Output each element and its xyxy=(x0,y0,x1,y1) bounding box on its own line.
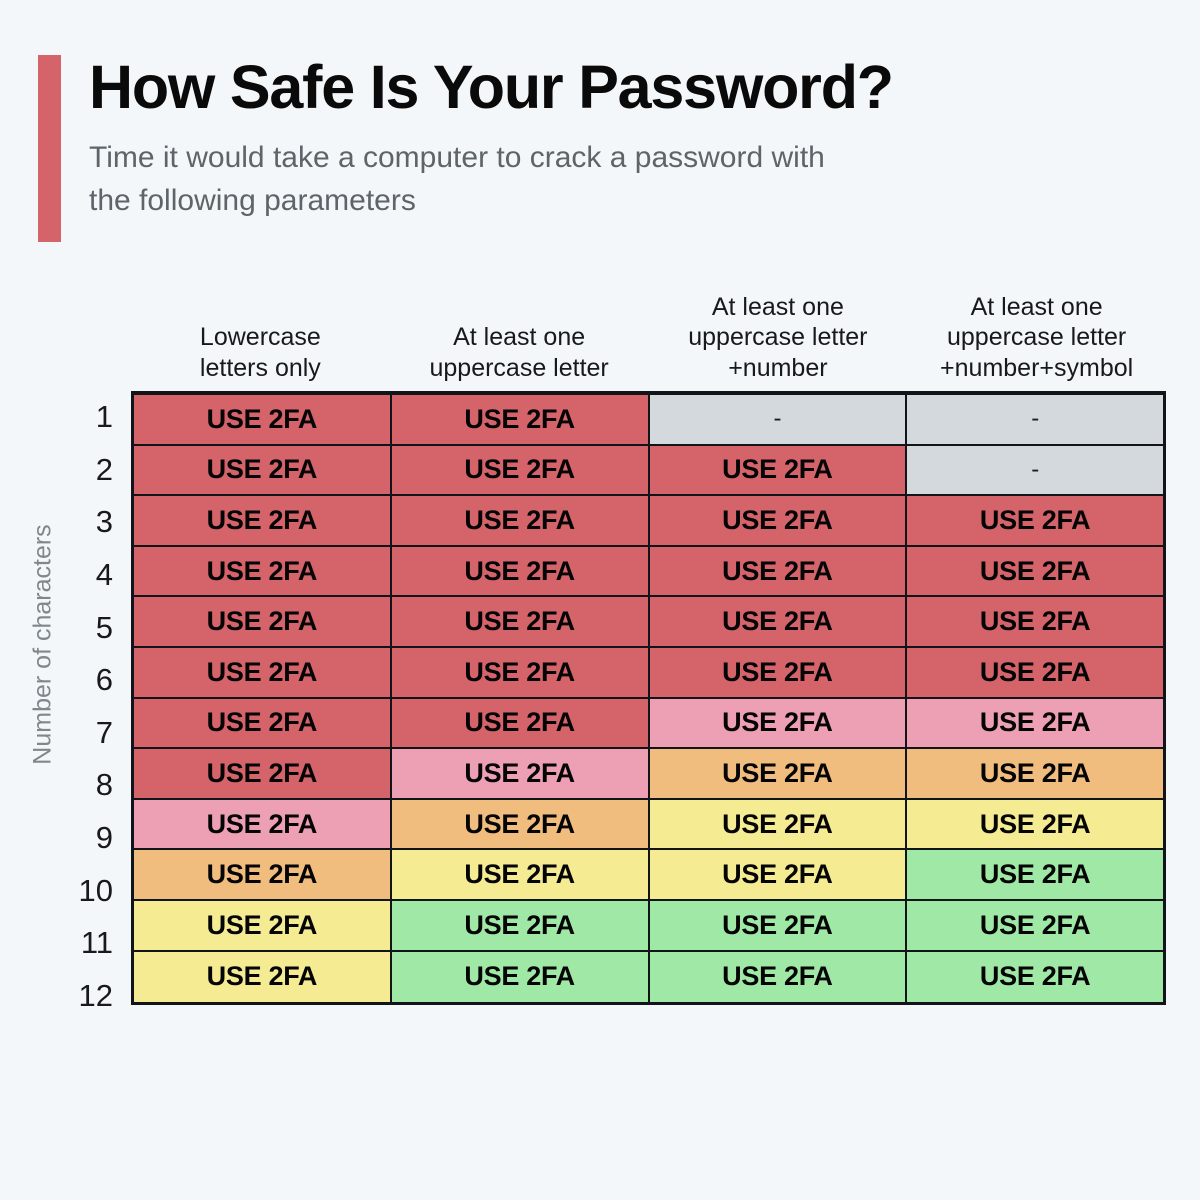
password-strength-heatmap: Lowercase letters only At least one upperca… xyxy=(131,268,1166,1006)
column-header-line: uppercase letter xyxy=(946,323,1127,351)
heatmap-cell: USE 2FA xyxy=(907,900,1163,950)
row-label-10: 10 xyxy=(78,872,113,908)
table-row: USE 2FA USE 2FA USE 2FA USE 2FA xyxy=(134,900,1163,952)
heatmap-cell: USE 2FA xyxy=(649,900,908,950)
heatmap-cell: USE 2FA xyxy=(391,850,650,899)
column-header-2: At least one uppercase letter xyxy=(390,322,649,391)
heatmap-cell: USE 2FA xyxy=(649,698,908,748)
heatmap-cell: USE 2FA xyxy=(134,799,392,849)
heatmap-cell: USE 2FA xyxy=(907,597,1163,646)
infographic-page: How Safe Is Your Password? Time it would… xyxy=(0,0,1200,1200)
row-label-8: 8 xyxy=(95,767,113,803)
heatmap-cell: - xyxy=(907,395,1163,444)
column-header-line: Lowercase xyxy=(199,323,321,351)
column-header-line: uppercase letter xyxy=(688,323,868,351)
heatmap-cell: USE 2FA xyxy=(391,597,650,646)
column-header-3: At least one uppercase letter +number xyxy=(649,292,908,392)
heatmap-cell: USE 2FA xyxy=(907,799,1163,849)
column-header-line: +number+symbol xyxy=(940,353,1134,382)
heatmap-cell: USE 2FA xyxy=(649,850,908,899)
column-header-line: uppercase letter xyxy=(429,353,609,382)
table-row: USE 2FA USE 2FA USE 2FA USE 2FA xyxy=(134,850,1163,901)
heatmap-cell: USE 2FA xyxy=(134,597,392,646)
heatmap-cell: USE 2FA xyxy=(391,698,650,748)
column-header-line: At least one xyxy=(453,323,586,351)
page-subtitle: Time it would take a computer to crack a… xyxy=(89,141,825,217)
row-label-column: 1 2 3 4 5 6 7 8 9 10 11 12 xyxy=(60,391,122,1022)
header: How Safe Is Your Password? Time it would… xyxy=(38,53,894,242)
heatmap-cell: USE 2FA xyxy=(907,951,1163,1003)
row-label-9: 9 xyxy=(95,820,113,856)
heatmap-cell: USE 2FA xyxy=(134,496,392,545)
table-row: USE 2FA USE 2FA USE 2FA USE 2FA xyxy=(134,647,1163,699)
column-header-line: At least one xyxy=(711,292,844,321)
heatmap-cell: USE 2FA xyxy=(649,546,908,596)
table-row: USE 2FA USE 2FA USE 2FA USE 2FA xyxy=(134,799,1163,851)
table-row: USE 2FA USE 2FA USE 2FA USE 2FA xyxy=(134,546,1163,598)
row-label-12: 12 xyxy=(78,977,113,1013)
heatmap-cell: USE 2FA xyxy=(134,850,392,899)
heatmap-cell: USE 2FA xyxy=(391,496,650,545)
heatmap-cell: USE 2FA xyxy=(134,546,392,596)
column-header-row: Lowercase letters only At least one upperca… xyxy=(131,268,1166,391)
heatmap-cell: - xyxy=(649,395,908,444)
column-header-line: At least one xyxy=(970,292,1103,321)
table-row: USE 2FA USE 2FA USE 2FA USE 2FA xyxy=(134,496,1163,547)
heatmap-cell: USE 2FA xyxy=(391,546,650,596)
heatmap-cell: USE 2FA xyxy=(134,647,392,697)
row-label-6: 6 xyxy=(95,662,113,698)
heatmap-cell: USE 2FA xyxy=(391,951,650,1003)
heatmap-cell: USE 2FA xyxy=(649,445,908,495)
heatmap-cell: USE 2FA xyxy=(649,647,908,697)
row-label-2: 2 xyxy=(95,451,113,487)
heatmap-cell: USE 2FA xyxy=(907,850,1163,899)
column-header-4: At least one uppercase letter +number+symb… xyxy=(907,292,1166,392)
row-label-5: 5 xyxy=(95,609,113,645)
table-row: USE 2FA USE 2FA USE 2FA USE 2FA xyxy=(134,698,1163,750)
heatmap-cell: USE 2FA xyxy=(907,496,1163,545)
heatmap-cell: USE 2FA xyxy=(391,799,650,849)
heatmap-cell: USE 2FA xyxy=(391,647,650,697)
heatmap-cell: USE 2FA xyxy=(134,951,392,1003)
column-header-line: +number xyxy=(728,353,828,382)
y-axis-title: Number of characters xyxy=(28,524,57,765)
column-header-line: letters only xyxy=(199,353,321,382)
heatmap-cell: USE 2FA xyxy=(907,647,1163,697)
heatmap-cell: USE 2FA xyxy=(907,698,1163,748)
row-label-4: 4 xyxy=(95,557,113,593)
row-label-1: 1 xyxy=(95,399,113,435)
heatmap-cell: USE 2FA xyxy=(391,749,650,798)
heatmap-cell: USE 2FA xyxy=(391,445,650,495)
table-row: USE 2FA USE 2FA USE 2FA USE 2FA xyxy=(134,951,1163,1003)
heatmap-cell: USE 2FA xyxy=(649,799,908,849)
table-row: USE 2FA USE 2FA USE 2FA USE 2FA xyxy=(134,597,1163,648)
page-title: How Safe Is Your Password? xyxy=(89,53,894,121)
heatmap-cell: USE 2FA xyxy=(134,445,392,495)
heatmap-cell: USE 2FA xyxy=(649,597,908,646)
heatmap-cell: - xyxy=(907,445,1163,495)
accent-bar xyxy=(38,55,61,242)
heatmap-cell: USE 2FA xyxy=(907,749,1163,798)
table-row: USE 2FA USE 2FA USE 2FA - xyxy=(134,445,1163,497)
row-label-7: 7 xyxy=(95,714,113,750)
row-label-11: 11 xyxy=(80,925,113,961)
table-row: USE 2FA USE 2FA USE 2FA USE 2FA xyxy=(134,749,1163,800)
table-row: USE 2FA USE 2FA - - xyxy=(134,395,1163,446)
heatmap-cell: USE 2FA xyxy=(134,900,392,950)
heatmap-cell: USE 2FA xyxy=(907,546,1163,596)
heatmap-cell: USE 2FA xyxy=(649,749,908,798)
header-text: How Safe Is Your Password? Time it would… xyxy=(61,53,894,242)
heatmap-cell: USE 2FA xyxy=(134,698,392,748)
heatmap-cell: USE 2FA xyxy=(649,496,908,545)
heatmap-cell: USE 2FA xyxy=(391,900,650,950)
heatmap-cell: USE 2FA xyxy=(391,395,650,444)
heatmap-cell: USE 2FA xyxy=(649,951,908,1003)
column-header-1: Lowercase letters only xyxy=(131,322,390,391)
heatmap-table: USE 2FA USE 2FA - - USE 2FA USE 2FA USE 2FA - US… xyxy=(131,391,1166,1006)
heatmap-cell: USE 2FA xyxy=(134,395,392,444)
row-label-3: 3 xyxy=(95,504,113,540)
heatmap-cell: USE 2FA xyxy=(134,749,392,798)
